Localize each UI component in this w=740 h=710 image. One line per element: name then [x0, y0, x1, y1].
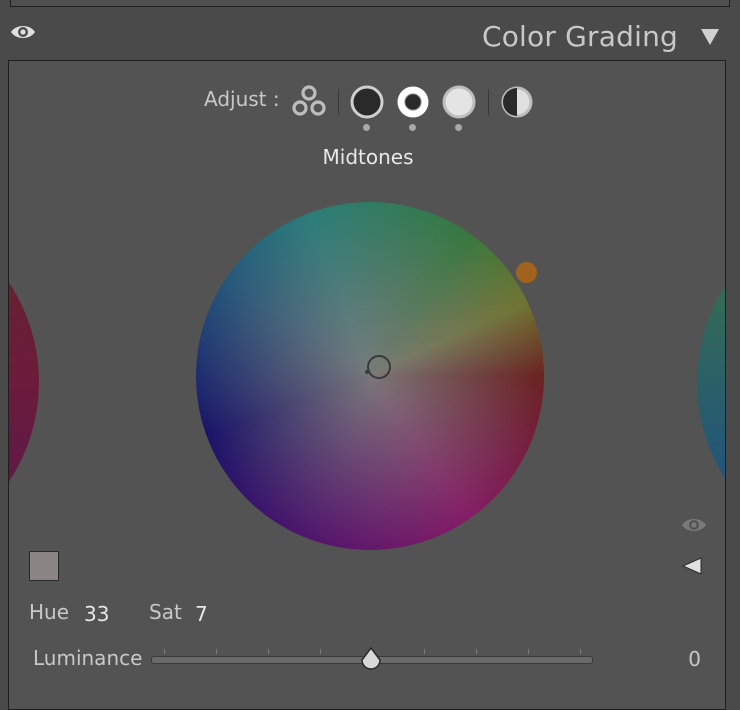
shadows-indicator-dot	[363, 124, 370, 131]
adjust-label: Adjust :	[204, 87, 280, 111]
luminance-label: Luminance	[33, 646, 143, 670]
eye-icon[interactable]	[681, 516, 707, 534]
shadows-circle-icon[interactable]	[349, 84, 385, 120]
saturation-handle-dot	[365, 370, 369, 374]
highlights-indicator-dot	[455, 124, 462, 131]
hue-handle[interactable]	[516, 262, 537, 283]
adjacent-wheel-left[interactable]	[9, 202, 39, 562]
sat-label: Sat	[149, 600, 182, 624]
half-circle-icon[interactable]	[499, 84, 535, 120]
hue-label: Hue	[29, 600, 70, 624]
panel-header[interactable]: Color Grading	[0, 8, 740, 60]
adjacent-wheel-right[interactable]	[697, 202, 725, 562]
region-label: Midtones	[322, 145, 414, 169]
luminance-slider-thumb[interactable]	[359, 647, 383, 671]
saturation-handle[interactable]	[367, 355, 391, 379]
color-grading-panel: Adjust : Midtones Hue 33 Sat 7 Luminance…	[8, 60, 726, 710]
midtones-indicator-dot	[409, 124, 416, 131]
three-circles-icon[interactable]	[291, 84, 327, 118]
color-swatch[interactable]	[29, 551, 59, 581]
luminance-value[interactable]: 0	[688, 647, 701, 671]
hue-value[interactable]: 33	[84, 602, 109, 626]
expand-triangle-icon[interactable]	[681, 556, 703, 576]
eye-icon[interactable]	[10, 23, 36, 41]
panel-title[interactable]: Color Grading	[482, 20, 678, 53]
sat-value[interactable]: 7	[195, 602, 208, 626]
color-wheel[interactable]	[196, 202, 544, 550]
collapse-triangle-icon[interactable]	[700, 28, 720, 46]
highlights-circle-icon[interactable]	[441, 84, 477, 120]
previous-panel-edge	[0, 0, 740, 8]
midtones-circle-icon[interactable]	[395, 84, 431, 120]
